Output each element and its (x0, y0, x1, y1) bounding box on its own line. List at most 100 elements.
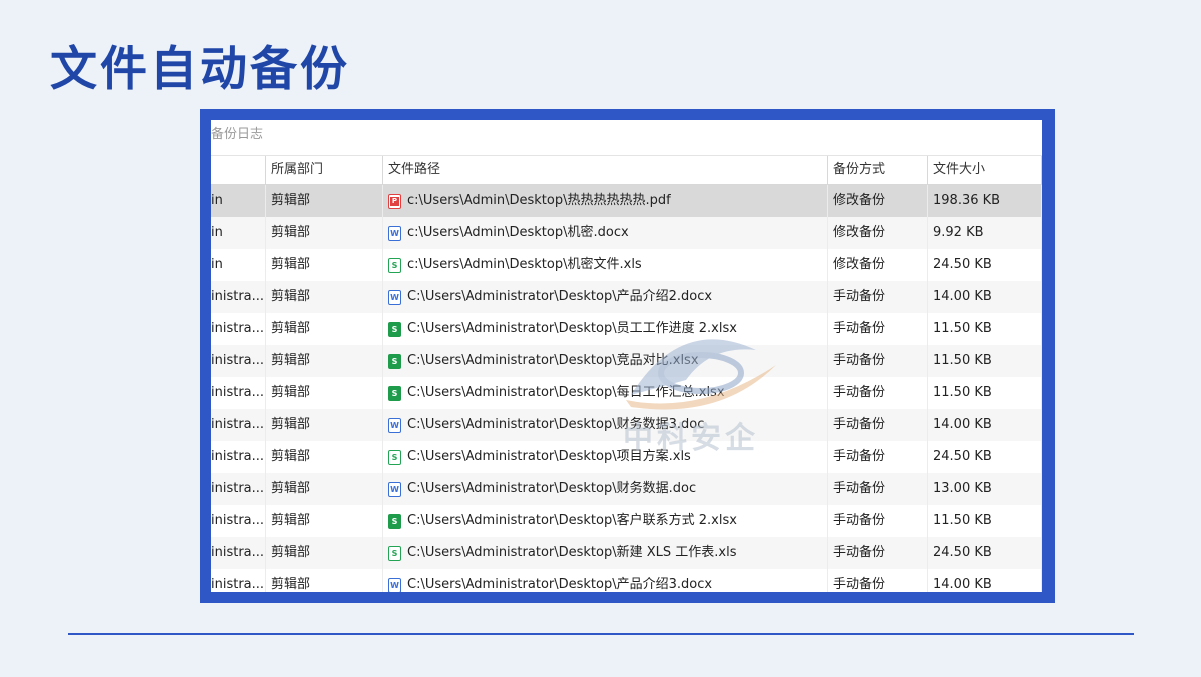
cell-department: 剪辑部 (266, 505, 383, 537)
column-header-file-path[interactable]: 文件路径 (383, 156, 828, 184)
cell-file-path: c:\Users\Admin\Desktop\热热热热热热.pdf (383, 185, 828, 217)
table-row[interactable]: inistra...剪辑部 C:\Users\Administrator\Desk… (211, 409, 1042, 441)
cell-file-size: 11.50 KB (928, 345, 1042, 377)
xlsx-file-icon (388, 353, 401, 369)
table-row[interactable]: inistra...剪辑部 C:\Users\Administrator\Desk… (211, 377, 1042, 409)
file-path-text: C:\Users\Administrator\Desktop\项目方案.xls (407, 449, 691, 464)
cell-file-size: 14.00 KB (928, 569, 1042, 592)
cell-backup-mode: 手动备份 (828, 441, 928, 473)
table-row[interactable]: inistra...剪辑部 C:\Users\Administrator\Desk… (211, 569, 1042, 592)
cell-backup-mode: 手动备份 (828, 473, 928, 505)
cell-file-path: C:\Users\Administrator\Desktop\客户联系方式 2.… (383, 505, 828, 537)
cell-file-size: 11.50 KB (928, 377, 1042, 409)
cell-backup-mode: 修改备份 (828, 249, 928, 281)
table-row[interactable]: inistra...剪辑部 C:\Users\Administrator\Desk… (211, 505, 1042, 537)
backup-log-window: 备份日志 所属部门 文件路径 备份方式 文件大小 in剪辑部c:\Users\A… (211, 120, 1042, 592)
xls-file-icon (388, 257, 401, 273)
pdf-file-icon (388, 193, 401, 209)
table-body: in剪辑部c:\Users\Admin\Desktop\热热热热热热.pdf修改… (211, 185, 1042, 592)
cell-file-size: 24.50 KB (928, 249, 1042, 281)
cell-department: 剪辑部 (266, 537, 383, 569)
file-path-text: c:\Users\Admin\Desktop\热热热热热热.pdf (407, 193, 671, 208)
cell-department: 剪辑部 (266, 441, 383, 473)
cell-file-size: 13.00 KB (928, 473, 1042, 505)
cell-file-path: C:\Users\Administrator\Desktop\每日工作汇总.xl… (383, 377, 828, 409)
doc-file-icon (388, 481, 401, 497)
cell-department: 剪辑部 (266, 377, 383, 409)
table-row[interactable]: inistra...剪辑部 C:\Users\Administrator\Desk… (211, 473, 1042, 505)
file-path-text: C:\Users\Administrator\Desktop\每日工作汇总.xl… (407, 385, 725, 400)
cell-department: 剪辑部 (266, 473, 383, 505)
file-path-text: C:\Users\Administrator\Desktop\财务数据3.doc (407, 417, 705, 432)
cell-department: 剪辑部 (266, 345, 383, 377)
doc-file-icon (388, 289, 401, 305)
cell-backup-mode: 修改备份 (828, 217, 928, 249)
cell-file-path: c:\Users\Admin\Desktop\机密.docx (383, 217, 828, 249)
cell-backup-mode: 手动备份 (828, 537, 928, 569)
cell-department: 剪辑部 (266, 409, 383, 441)
window-title: 备份日志 (211, 120, 1042, 156)
cell-file-size: 14.00 KB (928, 409, 1042, 441)
file-path-text: C:\Users\Administrator\Desktop\产品介绍2.doc… (407, 289, 713, 304)
cell-file-size: 9.92 KB (928, 217, 1042, 249)
column-header-user[interactable] (211, 156, 266, 184)
cell-file-path: C:\Users\Administrator\Desktop\项目方案.xls (383, 441, 828, 473)
cell-department: 剪辑部 (266, 313, 383, 345)
file-path-text: C:\Users\Administrator\Desktop\员工工作进度 2.… (407, 321, 737, 336)
cell-user: inistra... (211, 569, 266, 592)
cell-file-path: C:\Users\Administrator\Desktop\产品介绍2.doc… (383, 281, 828, 313)
table-row[interactable]: inistra...剪辑部 C:\Users\Administrator\Desk… (211, 441, 1042, 473)
table-row[interactable]: in剪辑部 c:\Users\Admin\Desktop\热热热热热热.pdf 修改… (211, 185, 1042, 217)
cell-user: inistra... (211, 313, 266, 345)
screenshot-frame: 备份日志 所属部门 文件路径 备份方式 文件大小 in剪辑部c:\Users\A… (200, 109, 1055, 603)
column-header-file-size[interactable]: 文件大小 (928, 156, 1042, 184)
cell-backup-mode: 手动备份 (828, 569, 928, 592)
cell-department: 剪辑部 (266, 185, 383, 217)
table-row[interactable]: inistra...剪辑部 C:\Users\Administrator\Desk… (211, 281, 1042, 313)
cell-file-path: C:\Users\Administrator\Desktop\员工工作进度 2.… (383, 313, 828, 345)
cell-user: inistra... (211, 473, 266, 505)
cell-file-path: C:\Users\Administrator\Desktop\产品介绍3.doc… (383, 569, 828, 592)
cell-file-size: 11.50 KB (928, 505, 1042, 537)
cell-user: inistra... (211, 377, 266, 409)
cell-user: in (211, 217, 266, 249)
cell-file-path: C:\Users\Administrator\Desktop\财务数据3.doc (383, 409, 828, 441)
cell-user: in (211, 185, 266, 217)
table-header: 所属部门 文件路径 备份方式 文件大小 (211, 156, 1042, 185)
cell-user: inistra... (211, 441, 266, 473)
doc-file-icon (388, 417, 401, 433)
file-path-text: c:\Users\Admin\Desktop\机密.docx (407, 225, 629, 240)
cell-file-size: 11.50 KB (928, 313, 1042, 345)
table-row[interactable]: inistra...剪辑部 C:\Users\Administrator\Desk… (211, 313, 1042, 345)
table-row[interactable]: in剪辑部 c:\Users\Admin\Desktop\机密文件.xls 修改备份… (211, 249, 1042, 281)
cell-file-path: C:\Users\Administrator\Desktop\竞品对比.xlsx (383, 345, 828, 377)
xlsx-file-icon (388, 513, 401, 529)
xlsx-file-icon (388, 321, 401, 337)
cell-user: inistra... (211, 345, 266, 377)
cell-department: 剪辑部 (266, 249, 383, 281)
doc-file-icon (388, 225, 401, 241)
file-path-text: C:\Users\Administrator\Desktop\财务数据.doc (407, 481, 697, 496)
cell-file-size: 24.50 KB (928, 537, 1042, 569)
cell-file-path: C:\Users\Administrator\Desktop\新建 XLS 工作… (383, 537, 828, 569)
backup-log-table: 所属部门 文件路径 备份方式 文件大小 in剪辑部c:\Users\Admin\… (211, 156, 1042, 592)
table-row[interactable]: inistra...剪辑部 C:\Users\Administrator\Desk… (211, 537, 1042, 569)
cell-backup-mode: 手动备份 (828, 409, 928, 441)
table-row[interactable]: inistra...剪辑部 C:\Users\Administrator\Desk… (211, 345, 1042, 377)
cell-user: inistra... (211, 505, 266, 537)
file-path-text: C:\Users\Administrator\Desktop\客户联系方式 2.… (407, 513, 737, 528)
cell-user: in (211, 249, 266, 281)
column-header-department[interactable]: 所属部门 (266, 156, 383, 184)
doc-file-icon (388, 577, 401, 592)
cell-user: inistra... (211, 409, 266, 441)
cell-backup-mode: 手动备份 (828, 281, 928, 313)
cell-backup-mode: 手动备份 (828, 377, 928, 409)
cell-department: 剪辑部 (266, 569, 383, 592)
cell-backup-mode: 修改备份 (828, 185, 928, 217)
slide-title: 文件自动备份 (50, 42, 350, 97)
table-row[interactable]: in剪辑部 c:\Users\Admin\Desktop\机密.docx 修改备份9… (211, 217, 1042, 249)
xls-file-icon (388, 545, 401, 561)
cell-file-size: 198.36 KB (928, 185, 1042, 217)
column-header-backup-mode[interactable]: 备份方式 (828, 156, 928, 184)
file-path-text: C:\Users\Administrator\Desktop\产品介绍3.doc… (407, 577, 713, 592)
